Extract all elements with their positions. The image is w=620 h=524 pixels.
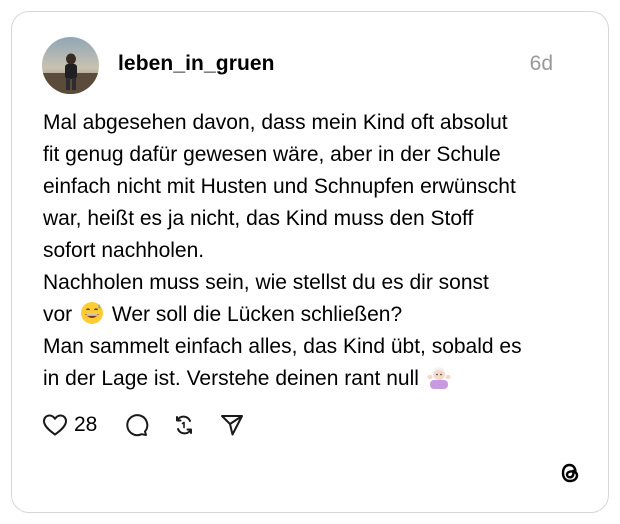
post-line: Mal abgesehen davon, dass mein Kind oft … <box>43 111 508 134</box>
post-line: in der Lage ist. Verstehe deinen rant nu… <box>43 363 583 395</box>
avatar[interactable] <box>42 37 99 94</box>
grinning-sweat-emoji <box>81 302 104 324</box>
post-line: einfach nicht mit Husten und Schnupfen e… <box>43 175 516 198</box>
post-line-segment: in der Lage ist. Verstehe deinen rant nu… <box>43 367 419 390</box>
post-line: Man sammelt einfach alles, das Kind übt,… <box>43 335 522 358</box>
comment-button[interactable] <box>123 412 149 438</box>
post-actions: 28 <box>42 409 245 441</box>
post-text: Mal abgesehen davon, dass mein Kind oft … <box>43 107 583 395</box>
like-count: 28 <box>74 413 98 436</box>
repost-button[interactable] <box>171 412 197 438</box>
threads-logo-icon <box>557 460 583 486</box>
post-card: leben_in_gruen 6d Mal abgesehen davon, d… <box>11 11 609 513</box>
avatar-photo <box>42 37 99 94</box>
post-line: war, heißt es ja nicht, das Kind muss de… <box>43 207 474 230</box>
post-line-segment: Wer soll die Lücken schließen? <box>111 303 403 326</box>
post-line: fit genug dafür gewesen wäre, aber in de… <box>43 143 501 166</box>
shrugging-woman-emoji <box>427 367 451 389</box>
post-line: Nachholen muss sein, wie stellst du es d… <box>43 271 489 294</box>
heart-icon <box>43 414 67 436</box>
post-timestamp: 6d <box>529 52 553 75</box>
post-line-segment: vor <box>43 303 73 326</box>
post-line: vor Wer soll die Lücken schließen? <box>43 299 583 331</box>
username[interactable]: leben_in_gruen <box>118 52 275 76</box>
comment-icon <box>126 414 149 437</box>
post-line: sofort nachholen. <box>43 239 205 262</box>
like-button[interactable]: 28 <box>42 413 123 437</box>
share-button[interactable] <box>219 412 245 438</box>
repost-icon <box>176 415 193 435</box>
share-icon <box>221 415 244 436</box>
